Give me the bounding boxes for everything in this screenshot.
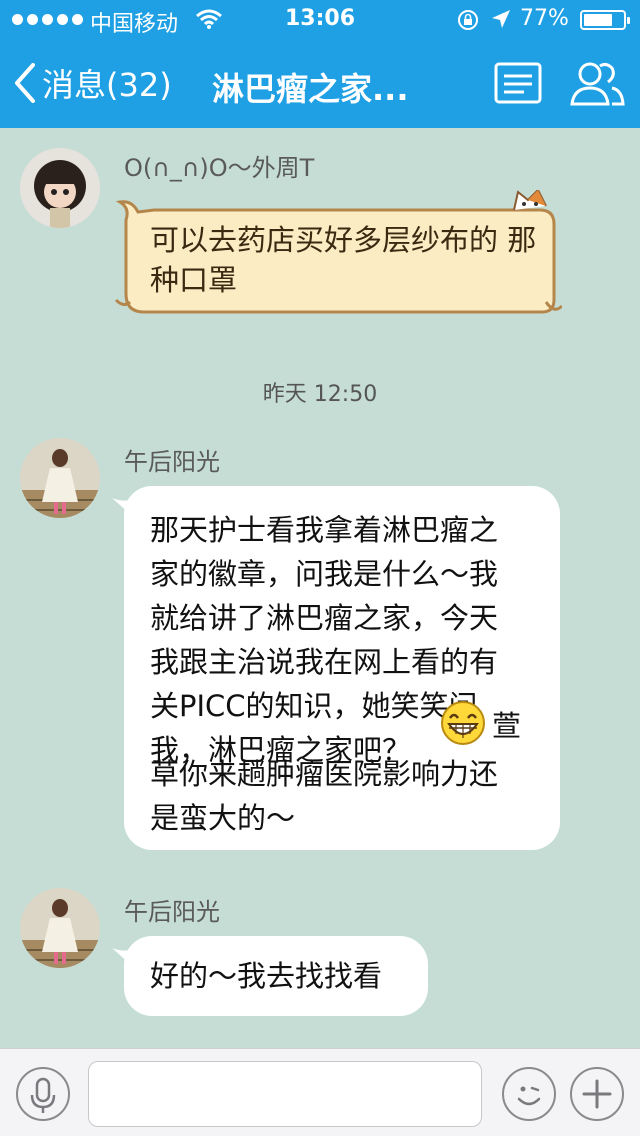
message-text-tail: 草你来趟肿瘤医院影响力还 是蛮大的～ xyxy=(150,757,499,835)
message-input[interactable] xyxy=(88,1061,482,1127)
back-button[interactable]: 消息(32) xyxy=(14,58,172,108)
message-text: 可以去药店买好多层纱布的 那种口罩 xyxy=(150,223,537,297)
message-bubble[interactable]: 好的～我去找找看 xyxy=(124,936,428,1016)
chat-title: 淋巴瘤之家... xyxy=(212,70,409,108)
avatar[interactable] xyxy=(20,148,100,228)
more-button[interactable] xyxy=(570,1067,624,1121)
emoji-button[interactable] xyxy=(502,1067,556,1121)
status-bar: 中国移动 13:06 77% xyxy=(0,0,640,40)
menu-list-icon[interactable] xyxy=(494,62,542,104)
composer-bar xyxy=(0,1048,640,1136)
location-arrow-icon xyxy=(492,10,510,28)
voice-button[interactable] xyxy=(16,1067,70,1121)
avatar[interactable] xyxy=(20,888,100,968)
battery-percent: 77% xyxy=(520,6,569,31)
sender-name: 午后阳光 xyxy=(124,898,220,926)
message-text: 好的～我去找找看 xyxy=(150,959,383,993)
message-bubble[interactable]: 那天护士看我拿着淋巴瘤之 家的徽章，问我是什么～我 就给讲了淋巴瘤之家，今天 我… xyxy=(124,486,560,850)
emoji-face-icon xyxy=(517,1086,541,1106)
cat-bubble[interactable]: 可以去药店买好多层纱布的 那种口罩 xyxy=(110,190,562,318)
sender-name: O(∩_∩)O～外周T xyxy=(124,154,315,182)
rotation-lock-icon xyxy=(458,10,478,30)
nav-bar: 消息(32) 淋巴瘤之家... xyxy=(0,40,640,128)
back-label: 消息(32) xyxy=(42,66,172,104)
header: 中国移动 13:06 77% 消息(32) 淋巴瘤之家... xyxy=(0,0,640,128)
message-text-after-emoji: 萱 xyxy=(492,709,522,743)
contacts-icon[interactable] xyxy=(568,58,626,108)
girl-on-tracks-avatar-image xyxy=(20,888,100,968)
doll-avatar-image xyxy=(20,148,100,228)
grinning-emoji-icon xyxy=(441,701,485,745)
chat-area[interactable]: O(∩_∩)O～外周T 可以去药店买好多层纱布的 那种口罩 昨天 12:50 午… xyxy=(0,128,640,1048)
microphone-icon xyxy=(30,1077,56,1113)
sender-name: 午后阳光 xyxy=(124,448,220,476)
battery-icon xyxy=(580,10,630,30)
girl-on-tracks-avatar-image xyxy=(20,438,100,518)
plus-icon xyxy=(582,1079,612,1109)
back-chevron-icon xyxy=(15,63,35,103)
timestamp: 昨天 12:50 xyxy=(262,382,378,407)
avatar[interactable] xyxy=(20,438,100,518)
